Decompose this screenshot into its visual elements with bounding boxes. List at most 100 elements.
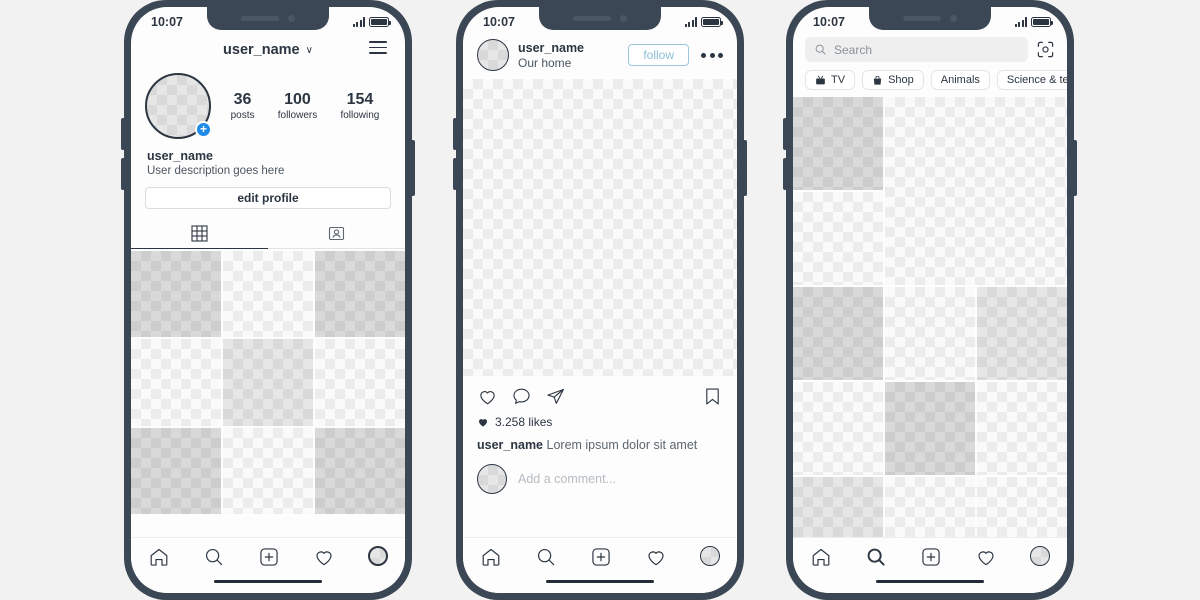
explore-tile[interactable] bbox=[977, 287, 1067, 380]
bottom-nav bbox=[793, 537, 1067, 593]
explore-tile[interactable] bbox=[977, 477, 1067, 542]
avatar-icon[interactable] bbox=[368, 546, 389, 566]
comment-input[interactable]: Add a comment... bbox=[518, 472, 616, 486]
grid-cell[interactable] bbox=[223, 251, 313, 338]
volume-up-button[interactable] bbox=[121, 118, 125, 150]
status-time: 10:07 bbox=[813, 15, 845, 29]
profile-tabs bbox=[131, 219, 405, 249]
grid-cell[interactable] bbox=[131, 339, 221, 426]
post-actions bbox=[463, 376, 737, 407]
heart-icon[interactable] bbox=[477, 386, 498, 407]
tv-icon bbox=[816, 75, 825, 84]
hamburger-menu-icon[interactable] bbox=[369, 41, 387, 58]
power-button[interactable] bbox=[1073, 140, 1077, 196]
screen-profile: 10:07 user_name ∨ + 36 posts 100 followe… bbox=[131, 7, 405, 593]
plus-square-icon[interactable] bbox=[590, 546, 612, 568]
edit-profile-button[interactable]: edit profile bbox=[145, 187, 391, 209]
power-button[interactable] bbox=[743, 140, 747, 196]
grid-cell[interactable] bbox=[223, 427, 313, 515]
stat-posts-value: 36 bbox=[233, 91, 252, 108]
signal-bars-icon bbox=[1014, 17, 1027, 27]
home-icon[interactable] bbox=[148, 546, 170, 568]
explore-tile[interactable] bbox=[793, 287, 883, 380]
post-image[interactable] bbox=[463, 79, 737, 376]
battery-icon bbox=[1031, 17, 1053, 27]
camera-scan-icon[interactable] bbox=[1036, 40, 1055, 59]
person-card-icon bbox=[328, 226, 345, 241]
profile-username[interactable]: user_name bbox=[223, 42, 300, 58]
volume-up-button[interactable] bbox=[783, 118, 787, 150]
explore-tile[interactable] bbox=[793, 97, 883, 190]
paper-plane-icon[interactable] bbox=[545, 386, 566, 407]
stat-posts[interactable]: 36 posts bbox=[231, 91, 255, 121]
heart-icon[interactable] bbox=[313, 546, 335, 568]
chip-tv[interactable]: TV bbox=[805, 70, 856, 90]
grid-cell[interactable] bbox=[131, 251, 221, 338]
volume-down-button[interactable] bbox=[121, 158, 125, 190]
home-icon[interactable] bbox=[810, 546, 832, 568]
bookmark-icon[interactable] bbox=[702, 386, 723, 407]
search-icon[interactable] bbox=[535, 546, 557, 568]
plus-square-icon[interactable] bbox=[920, 546, 942, 568]
explore-tile[interactable] bbox=[793, 477, 883, 542]
avatar[interactable]: + bbox=[145, 73, 212, 139]
category-chips: TV Shop Animals Science & tec bbox=[793, 62, 1067, 97]
profile-photo-grid bbox=[131, 251, 405, 515]
explore-tile[interactable] bbox=[885, 382, 975, 475]
post-location[interactable]: Our home bbox=[518, 56, 628, 70]
explore-tile[interactable] bbox=[885, 287, 975, 380]
search-icon[interactable] bbox=[203, 546, 225, 568]
explore-tile[interactable] bbox=[885, 477, 975, 542]
chip-shop[interactable]: Shop bbox=[862, 70, 924, 90]
search-input[interactable]: Search bbox=[805, 37, 1028, 62]
grid-cell[interactable] bbox=[315, 427, 405, 515]
stat-following[interactable]: 154 following bbox=[340, 91, 379, 121]
tab-grid[interactable] bbox=[131, 219, 268, 249]
add-story-badge[interactable]: + bbox=[195, 121, 212, 138]
profile-bio: user_name User description goes here bbox=[131, 139, 405, 177]
stat-following-value: 154 bbox=[346, 91, 374, 108]
search-row: Search bbox=[793, 33, 1067, 62]
heart-icon[interactable] bbox=[645, 546, 667, 568]
explore-tile[interactable] bbox=[793, 192, 883, 285]
bottom-nav bbox=[463, 537, 737, 593]
home-indicator bbox=[876, 579, 984, 583]
explore-tile-large[interactable] bbox=[885, 97, 1067, 285]
caption-username[interactable]: user_name bbox=[477, 438, 543, 452]
power-button[interactable] bbox=[411, 140, 415, 196]
more-options-icon[interactable] bbox=[701, 52, 723, 58]
profile-header: user_name ∨ bbox=[131, 33, 405, 67]
grid-cell[interactable] bbox=[223, 339, 313, 426]
battery-icon bbox=[369, 17, 391, 27]
phone-post: 10:07 user_name Our home follow 3.258 li… bbox=[453, 0, 747, 600]
follow-button[interactable]: follow bbox=[628, 44, 689, 66]
tab-tagged[interactable] bbox=[268, 219, 405, 249]
volume-down-button[interactable] bbox=[783, 158, 787, 190]
volume-down-button[interactable] bbox=[453, 158, 457, 190]
stat-followers[interactable]: 100 followers bbox=[278, 91, 317, 121]
heart-icon[interactable] bbox=[975, 546, 997, 568]
likes-count: 3.258 likes bbox=[495, 415, 553, 429]
home-icon[interactable] bbox=[480, 546, 502, 568]
avatar-icon[interactable] bbox=[700, 546, 721, 566]
grid-cell[interactable] bbox=[315, 339, 405, 426]
explore-tile[interactable] bbox=[793, 382, 883, 475]
volume-up-button[interactable] bbox=[453, 118, 457, 150]
grid-cell[interactable] bbox=[131, 427, 221, 515]
grid-cell[interactable] bbox=[315, 251, 405, 338]
chip-animals[interactable]: Animals bbox=[930, 70, 990, 90]
grid-icon bbox=[191, 225, 208, 242]
stat-following-label: following bbox=[340, 110, 380, 121]
post-username[interactable]: user_name bbox=[518, 41, 628, 55]
stat-followers-value: 100 bbox=[284, 91, 311, 108]
heart-filled-icon bbox=[478, 419, 488, 427]
search-icon[interactable] bbox=[865, 546, 887, 568]
avatar-icon[interactable] bbox=[1030, 546, 1051, 566]
add-comment-row[interactable]: Add a comment... bbox=[463, 452, 737, 494]
explore-tile[interactable] bbox=[977, 382, 1067, 475]
chip-science[interactable]: Science & tec bbox=[996, 70, 1067, 90]
post-avatar[interactable] bbox=[477, 39, 509, 71]
comment-icon[interactable] bbox=[511, 386, 532, 407]
chevron-down-icon[interactable]: ∨ bbox=[306, 45, 313, 56]
plus-square-icon[interactable] bbox=[258, 546, 280, 568]
